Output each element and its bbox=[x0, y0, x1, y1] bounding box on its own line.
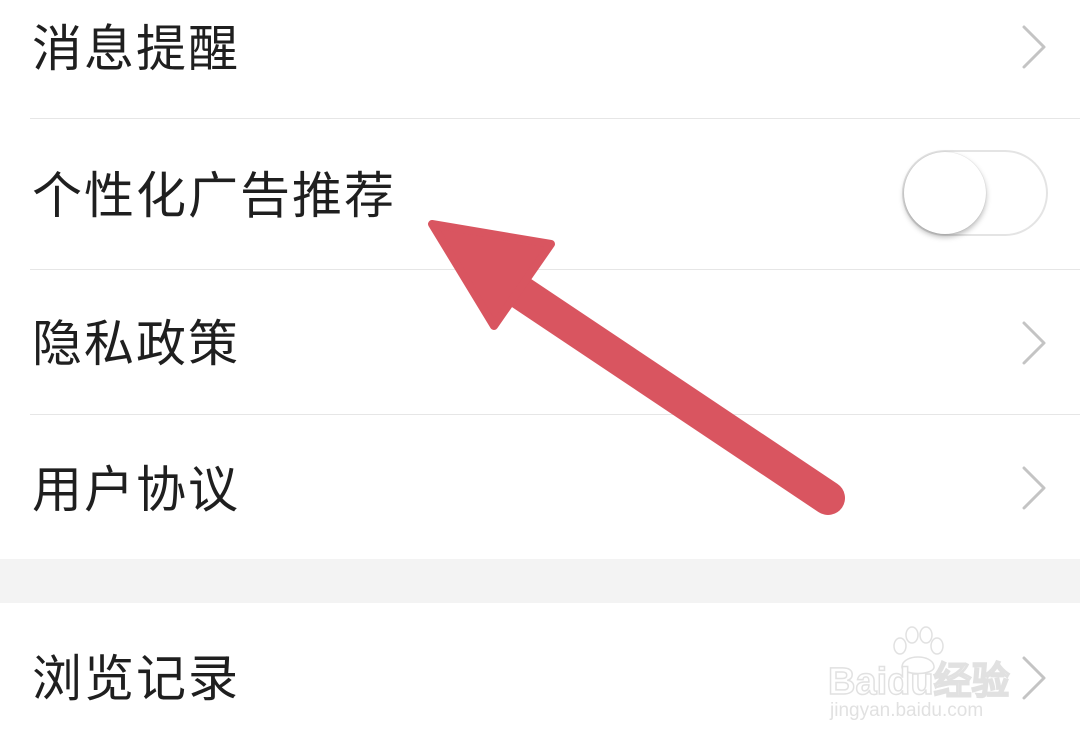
chevron-right-icon bbox=[1022, 25, 1046, 69]
settings-item-message-reminder[interactable]: 消息提醒 bbox=[0, 0, 1080, 118]
settings-item-personalized-ads: 个性化广告推荐 bbox=[0, 119, 1080, 269]
settings-item-user-agreement[interactable]: 用户协议 bbox=[0, 415, 1080, 559]
settings-item-label: 消息提醒 bbox=[32, 20, 240, 78]
chevron-right-icon bbox=[1022, 321, 1046, 365]
personalized-ads-toggle[interactable] bbox=[902, 150, 1048, 236]
section-separator bbox=[0, 559, 1080, 603]
settings-item-label: 浏览记录 bbox=[32, 650, 240, 708]
chevron-right-icon bbox=[1022, 466, 1046, 510]
watermark-brand: Baidu经验 bbox=[827, 660, 1010, 704]
watermark-url: jingyan.baidu.com bbox=[830, 700, 984, 721]
settings-item-label: 个性化广告推荐 bbox=[32, 167, 396, 225]
settings-item-label: 用户协议 bbox=[32, 461, 240, 519]
watermark: Baidu经验 jingyan.baidu.com bbox=[827, 626, 1028, 728]
settings-item-label: 隐私政策 bbox=[32, 315, 240, 373]
toggle-knob bbox=[904, 152, 986, 234]
settings-item-privacy-policy[interactable]: 隐私政策 bbox=[0, 270, 1080, 414]
